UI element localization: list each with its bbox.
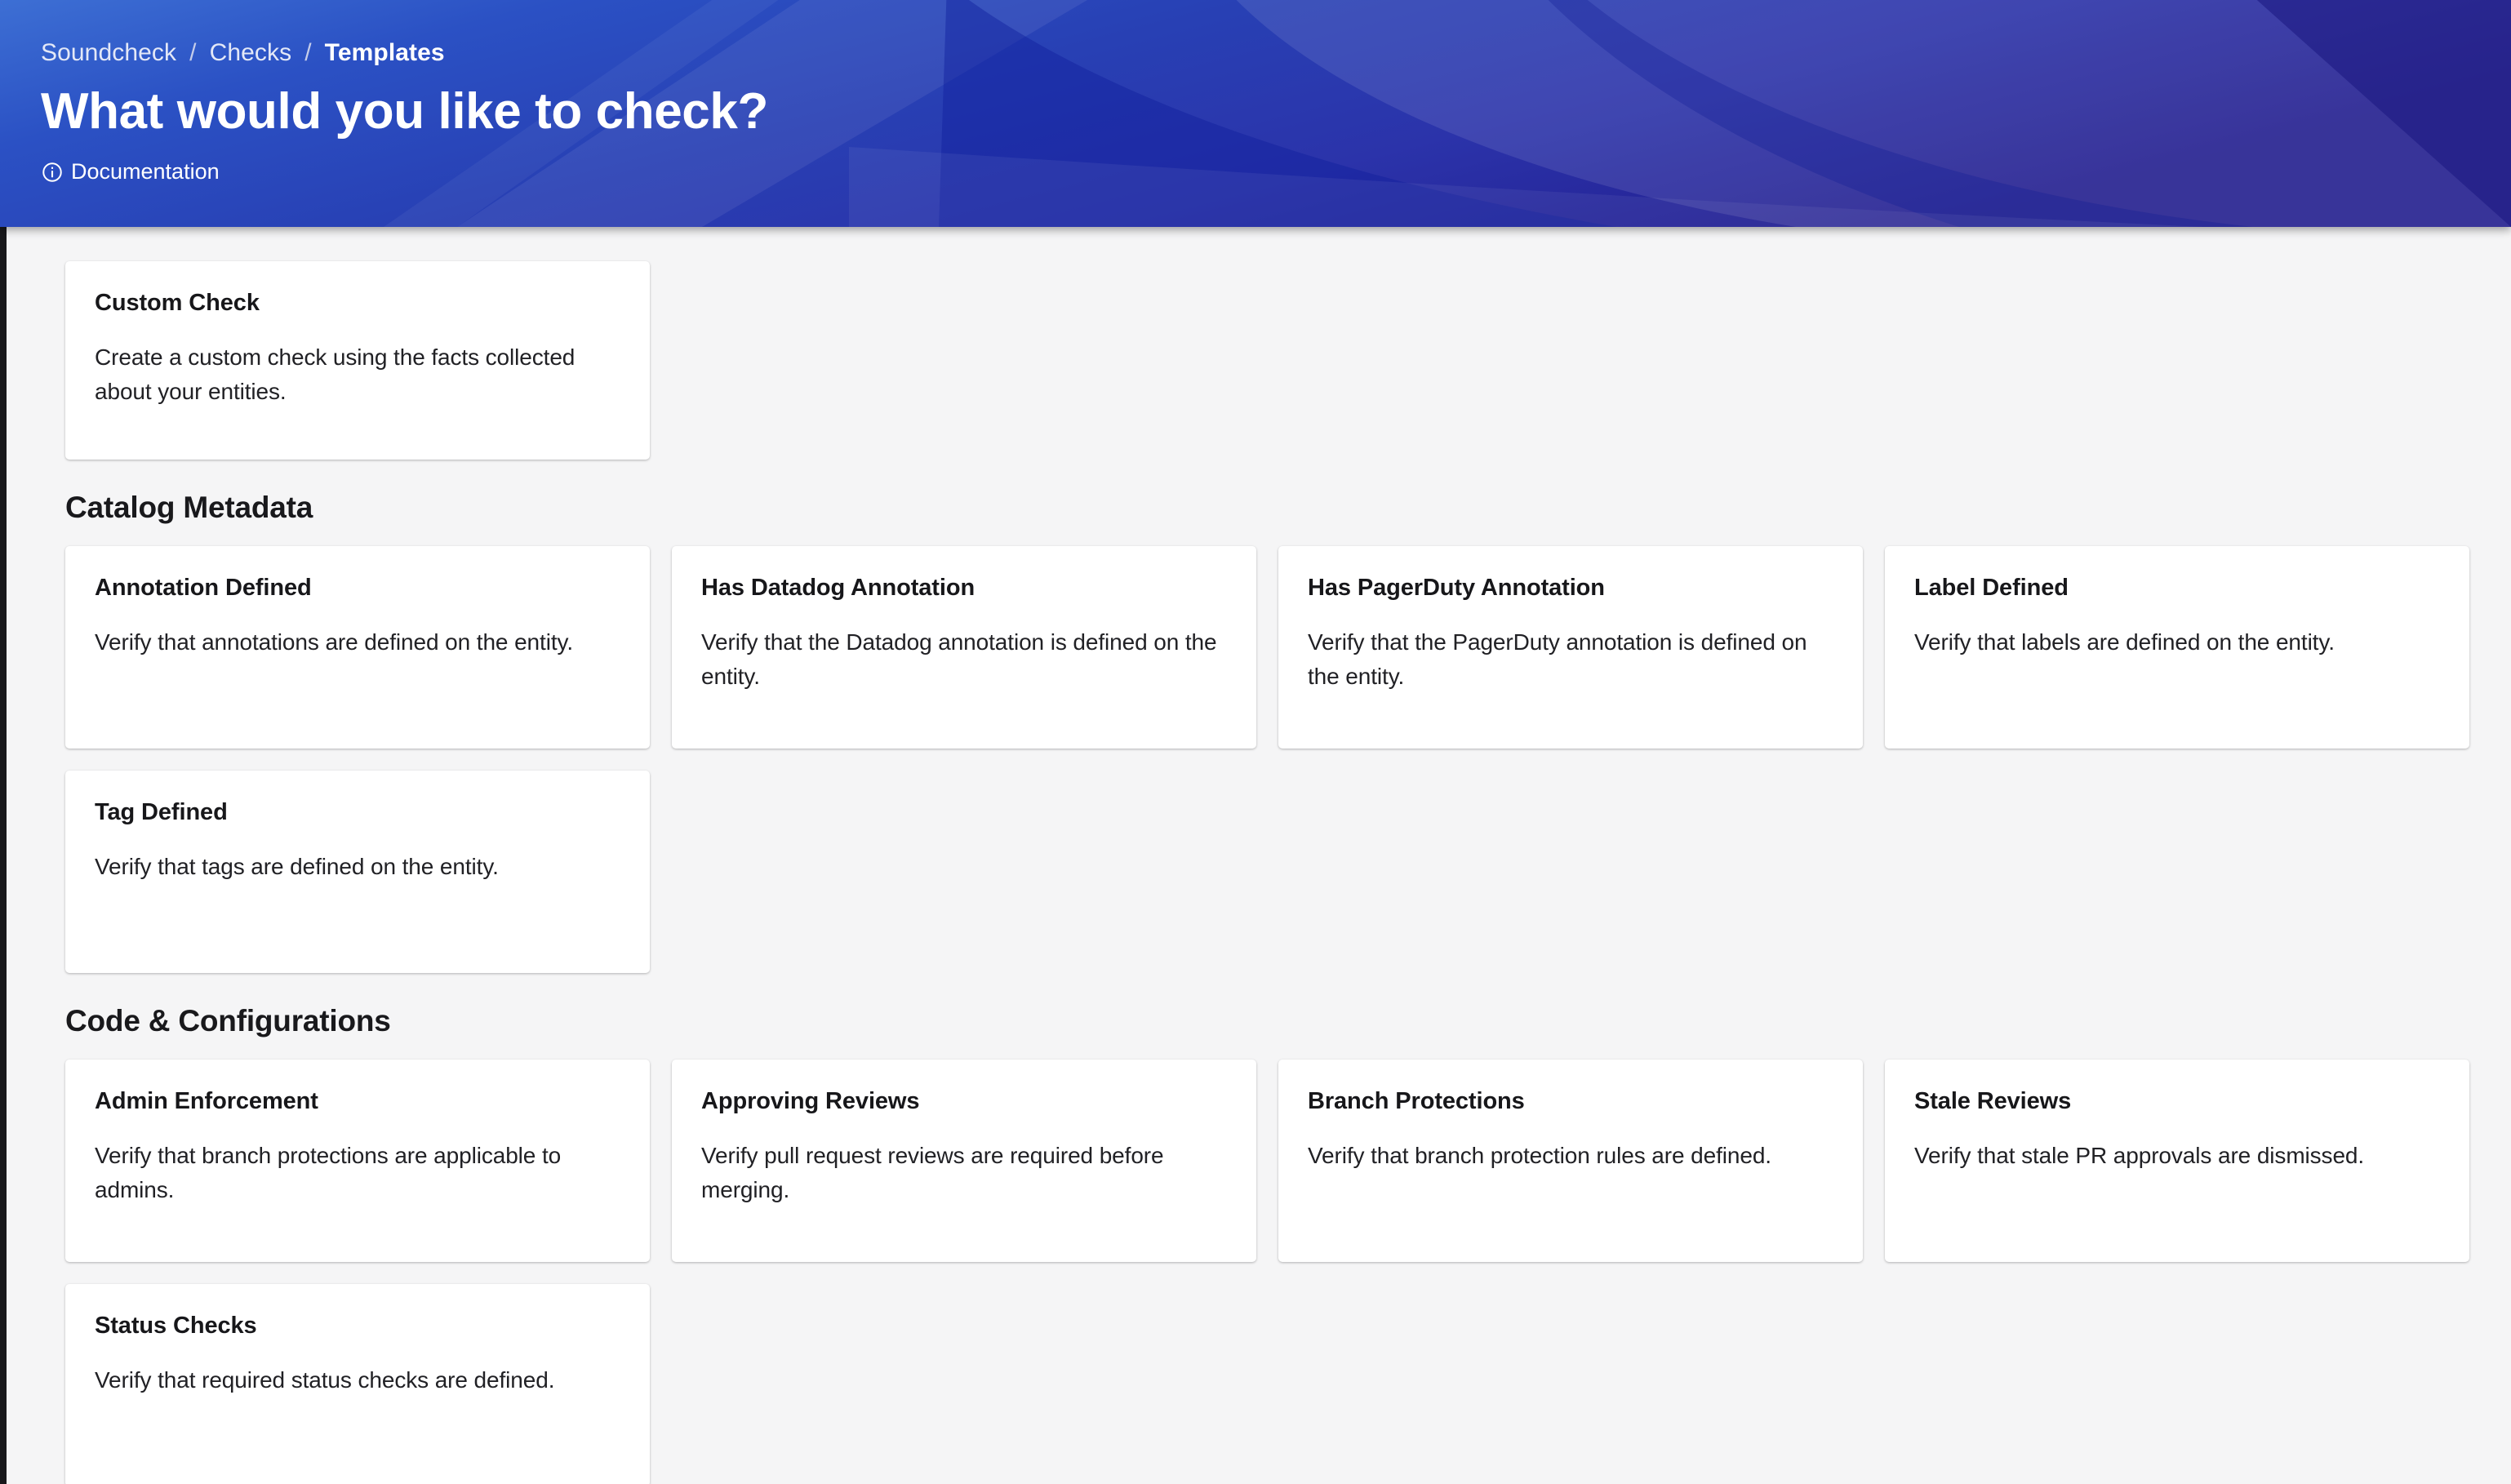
template-card-branch-protections[interactable]: Branch Protections Verify that branch pr… bbox=[1278, 1060, 1863, 1262]
card-description: Verify that annotations are defined on t… bbox=[95, 629, 573, 655]
card-description: Verify that labels are defined on the en… bbox=[1914, 629, 2335, 655]
card-title: Stale Reviews bbox=[1914, 1088, 2072, 1114]
card-title: Status Checks bbox=[95, 1313, 257, 1339]
card-title: Approving Reviews bbox=[701, 1088, 920, 1114]
breadcrumb-item-checks[interactable]: Checks bbox=[210, 39, 292, 67]
card-description: Verify that tags are defined on the enti… bbox=[95, 853, 499, 879]
breadcrumb-separator: / bbox=[304, 39, 312, 66]
card-description: Create a custom check using the facts co… bbox=[95, 344, 576, 405]
card-description: Verify that branch protections are appli… bbox=[95, 1142, 562, 1203]
breadcrumb: Soundcheck / Checks / Templates bbox=[41, 39, 2511, 67]
template-card-has-pagerduty-annotation[interactable]: Has PagerDuty Annotation Verify that the… bbox=[1278, 546, 1863, 749]
card-description: Verify that the Datadog annotation is de… bbox=[701, 629, 1217, 690]
card-title: Custom Check bbox=[95, 290, 260, 316]
header-content: Soundcheck / Checks / Templates What wou… bbox=[0, 0, 2511, 188]
section-title-catalog-metadata: Catalog Metadata bbox=[65, 491, 313, 524]
page-header: Soundcheck / Checks / Templates What wou… bbox=[0, 0, 2511, 227]
template-card-stale-reviews[interactable]: Stale Reviews Verify that stale PR appro… bbox=[1885, 1060, 2469, 1262]
section-title-code-and-configurations: Code & Configurations bbox=[65, 1004, 391, 1037]
card-title: Annotation Defined bbox=[95, 575, 312, 601]
card-description: Verify that the PagerDuty annotation is … bbox=[1308, 629, 1807, 690]
documentation-link[interactable]: Documentation bbox=[41, 159, 220, 184]
card-description: Verify pull request reviews are required… bbox=[701, 1142, 1164, 1203]
card-description: Verify that branch protection rules are … bbox=[1308, 1142, 1771, 1168]
breadcrumb-separator: / bbox=[189, 39, 197, 66]
template-card-admin-enforcement[interactable]: Admin Enforcement Verify that branch pro… bbox=[65, 1060, 650, 1262]
top-card-row: Custom Check Create a custom check using… bbox=[65, 261, 2475, 460]
page-title: What would you like to check? bbox=[41, 83, 768, 140]
main-content: Custom Check Create a custom check using… bbox=[7, 227, 2511, 1484]
card-title: Admin Enforcement bbox=[95, 1088, 318, 1114]
collapsed-sidebar-rail[interactable] bbox=[0, 227, 7, 1484]
card-title: Branch Protections bbox=[1308, 1088, 1525, 1114]
card-description: Verify that required status checks are d… bbox=[95, 1366, 555, 1393]
template-card-annotation-defined[interactable]: Annotation Defined Verify that annotatio… bbox=[65, 546, 650, 749]
template-card-label-defined[interactable]: Label Defined Verify that labels are def… bbox=[1885, 546, 2469, 749]
card-description: Verify that stale PR approvals are dismi… bbox=[1914, 1142, 2365, 1168]
card-title: Has PagerDuty Annotation bbox=[1308, 575, 1605, 601]
template-card-tag-defined[interactable]: Tag Defined Verify that tags are defined… bbox=[65, 771, 650, 973]
template-card-custom-check[interactable]: Custom Check Create a custom check using… bbox=[65, 261, 650, 460]
card-title: Tag Defined bbox=[95, 799, 228, 825]
template-card-has-datadog-annotation[interactable]: Has Datadog Annotation Verify that the D… bbox=[672, 546, 1256, 749]
info-circle-icon bbox=[41, 161, 64, 184]
breadcrumb-item-templates: Templates bbox=[324, 39, 445, 66]
card-title: Has Datadog Annotation bbox=[701, 575, 976, 601]
section-grid-catalog-metadata: Annotation Defined Verify that annotatio… bbox=[65, 546, 2475, 973]
card-title: Label Defined bbox=[1914, 575, 2069, 601]
section-grid-code-and-configurations: Admin Enforcement Verify that branch pro… bbox=[65, 1060, 2475, 1484]
template-card-approving-reviews[interactable]: Approving Reviews Verify pull request re… bbox=[672, 1060, 1256, 1262]
breadcrumb-item-soundcheck[interactable]: Soundcheck bbox=[41, 39, 176, 67]
template-card-status-checks[interactable]: Status Checks Verify that required statu… bbox=[65, 1284, 650, 1484]
page-root: Soundcheck / Checks / Templates What wou… bbox=[0, 0, 2511, 1484]
documentation-label: Documentation bbox=[71, 159, 220, 184]
